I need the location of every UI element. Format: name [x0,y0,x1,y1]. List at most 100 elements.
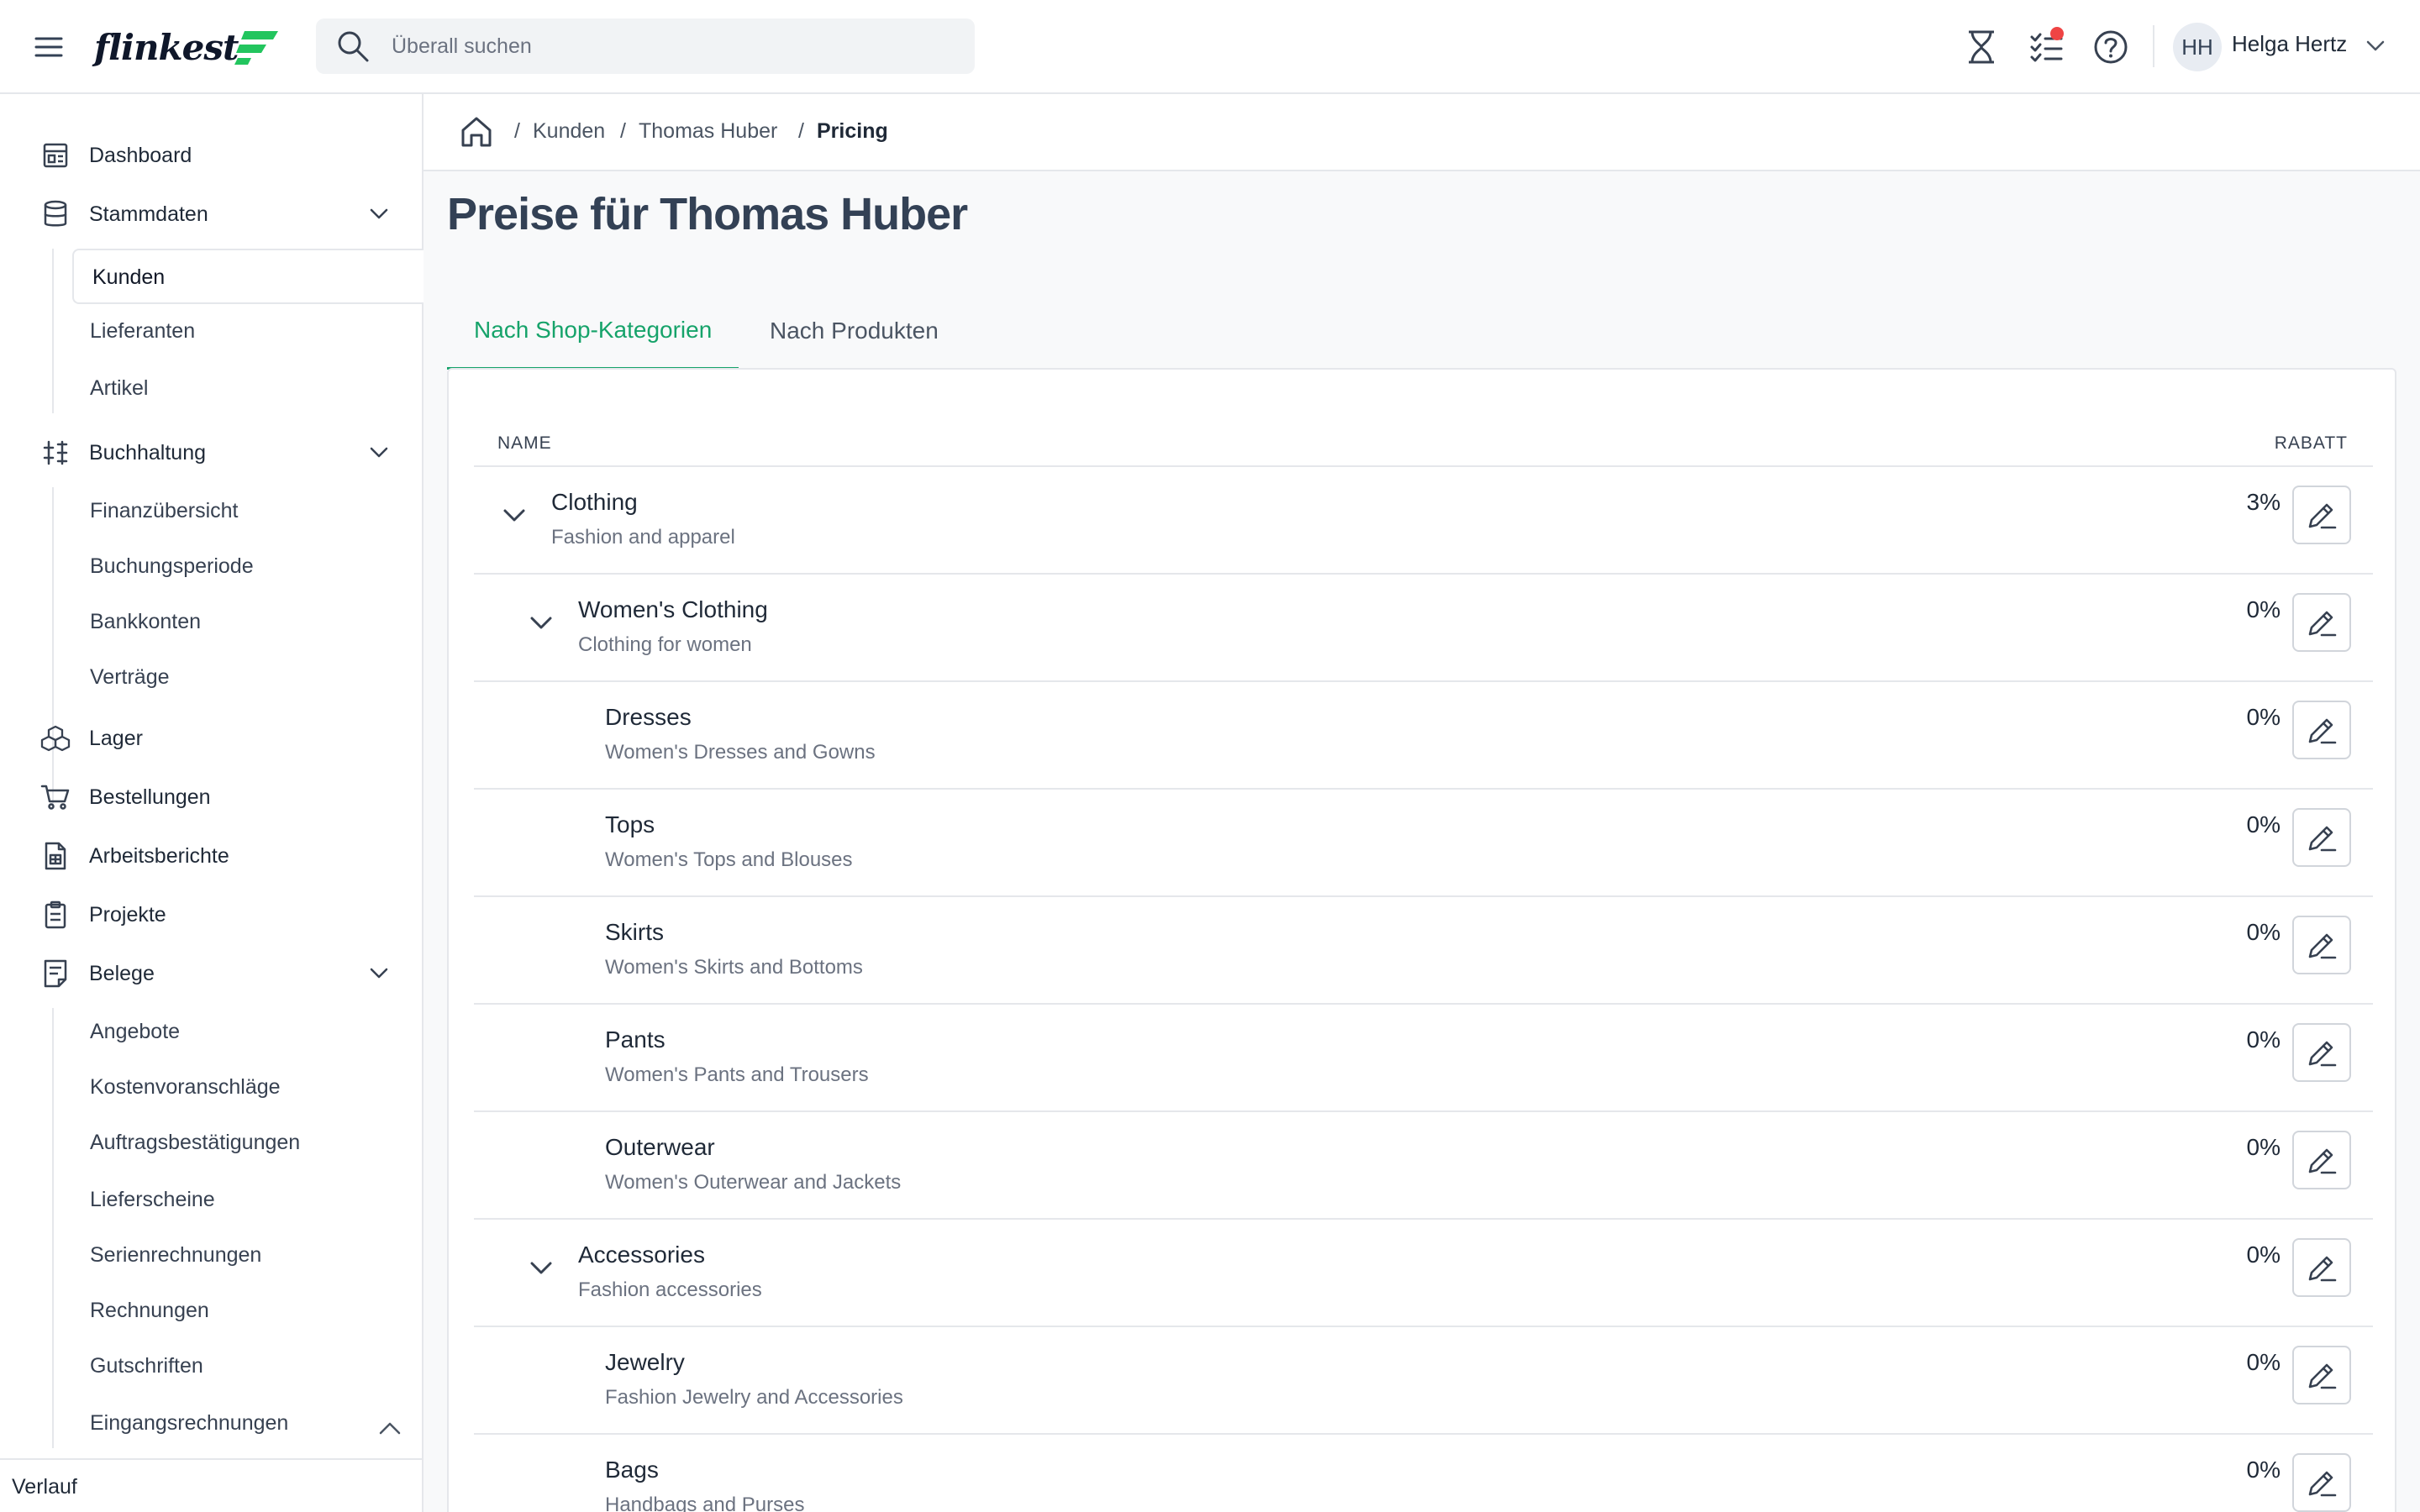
sidebar-item-stammdaten[interactable]: Stammdaten [39,193,392,235]
edit-discount-button[interactable] [2292,1453,2351,1512]
sidebar-subitem-lieferscheine[interactable]: Lieferscheine [90,1188,215,1212]
main-content: / Kunden / Thomas Huber / Pricing Preise… [424,94,2420,1512]
category-description: Fashion Jewelry and Accessories [605,1386,903,1409]
chevron-down-icon[interactable] [366,440,392,465]
column-header-name[interactable]: NAME [497,433,552,454]
avatar[interactable]: HH [2173,23,2222,71]
edit-discount-button[interactable] [2292,1023,2351,1082]
chevron-down-icon[interactable] [2363,34,2388,59]
breadcrumb-current: Pricing [817,119,888,143]
discount-value: 0% [2246,1242,2281,1268]
sidebar-item-lager[interactable]: Lager [39,717,392,759]
discount-value: 0% [2246,596,2281,622]
discount-value: 0% [2246,919,2281,945]
hourglass-icon[interactable] [1960,25,2003,69]
chevron-down-icon[interactable] [526,608,556,638]
category-name: Bags [605,1457,659,1483]
receipt-icon [39,957,72,990]
sidebar-subitem-label: Kunden [92,265,166,289]
sidebar-subitem-rechnungen[interactable]: Rechnungen [90,1299,209,1323]
sidebar-subitem-auftragsbestaetigungen[interactable]: Auftragsbestätigungen [90,1131,300,1155]
edit-discount-button[interactable] [2292,1131,2351,1189]
sidebar-subitem-kostenvoranschlaege[interactable]: Kostenvoranschläge [90,1075,281,1100]
category-description: Women's Outerwear and Jackets [605,1171,902,1194]
sidebar-item-bestellungen[interactable]: Bestellungen [39,776,392,818]
global-search[interactable] [316,18,975,74]
category-name: Women's Clothing [578,596,768,622]
submenu-line [52,1008,54,1448]
category-name: Tops [605,811,655,837]
table-row: Jewelry Fashion Jewelry and Accessories 0% [474,1327,2373,1435]
category-description: Handbags and Purses [605,1494,805,1512]
sidebar-item-label: Arbeitsberichte [89,843,229,868]
sidebar-subitem-finanzuebersicht[interactable]: Finanzübersicht [90,499,238,523]
edit-discount-button[interactable] [2292,1346,2351,1404]
chevron-down-icon[interactable] [526,1253,556,1284]
sidebar-subitem-eingangsrechnungen[interactable]: Eingangsrechnungen [90,1411,288,1436]
edit-discount-button[interactable] [2292,808,2351,867]
breadcrumb-item-customer[interactable]: Thomas Huber [639,119,777,144]
menu-icon[interactable] [32,30,66,64]
table-row: Bags Handbags and Purses 0% [474,1435,2373,1512]
chevron-down-icon[interactable] [499,501,529,531]
pencil-icon [2305,713,2338,747]
pencil-icon [2305,498,2338,532]
chevron-up-icon[interactable] [375,1413,405,1443]
sidebar-subitem-gutschriften[interactable]: Gutschriften [90,1354,203,1378]
breadcrumb-separator: / [620,119,626,143]
category-name: Accessories [578,1242,705,1268]
category-name: Skirts [605,919,664,945]
search-input[interactable] [392,34,929,59]
sidebar-item-belege[interactable]: Belege [39,953,392,995]
edit-discount-button[interactable] [2292,486,2351,544]
chevron-down-icon[interactable] [366,202,392,227]
edit-discount-button[interactable] [2292,1238,2351,1297]
sidebar-item-label: Bestellungen [89,785,211,809]
sidebar-item-buchhaltung[interactable]: Buchhaltung [39,432,392,474]
submenu-line [52,249,54,413]
pencil-icon [2305,1143,2338,1177]
table-row: Women's Clothing Clothing for women 0% [474,575,2373,682]
sidebar-subitem-kunden[interactable]: Kunden [72,249,425,304]
sliders-icon [39,436,72,470]
pencil-icon [2305,1036,2338,1069]
tab-shop-categories[interactable]: Nach Shop-Kategorien [447,292,739,370]
pencil-icon [2305,1358,2338,1392]
discount-value: 0% [2246,1349,2281,1375]
sidebar-subitem-angebote[interactable]: Angebote [90,1020,180,1044]
category-description: Fashion accessories [578,1278,762,1301]
sidebar-item-arbeitsberichte[interactable]: Arbeitsberichte [39,835,392,877]
category-description: Women's Tops and Blouses [605,848,853,871]
sidebar-subitem-artikel[interactable]: Artikel [90,376,148,401]
dashboard-icon [39,139,72,172]
chevron-down-icon[interactable] [366,961,392,986]
sidebar-item-label: Belege [89,961,155,985]
history-bar[interactable]: Verlauf [0,1458,422,1512]
edit-discount-button[interactable] [2292,593,2351,652]
column-header-discount[interactable]: RABATT [2275,433,2348,454]
sidebar-subitem-lieferanten[interactable]: Lieferanten [90,319,195,344]
app-logo[interactable]: flinkest [94,22,281,72]
sidebar-item-dashboard[interactable]: Dashboard [39,134,392,176]
sidebar-subitem-serienrechnungen[interactable]: Serienrechnungen [90,1243,261,1268]
discount-value: 3% [2246,489,2281,515]
table-row: Accessories Fashion accessories 0% [474,1220,2373,1327]
sidebar-item-projekte[interactable]: Projekte [39,894,392,936]
discount-value: 0% [2246,811,2281,837]
pencil-icon [2305,821,2338,854]
help-icon[interactable] [2089,25,2133,69]
user-name[interactable]: Helga Hertz [2232,31,2347,57]
pencil-icon [2305,1466,2338,1499]
sidebar-item-label: Dashboard [89,143,192,167]
edit-discount-button[interactable] [2292,916,2351,974]
category-name: Outerwear [605,1134,715,1160]
home-icon[interactable] [457,113,496,151]
edit-discount-button[interactable] [2292,701,2351,759]
tasks-icon[interactable] [2025,25,2069,69]
sidebar-subitem-buchungsperiode[interactable]: Buchungsperiode [90,554,254,579]
category-name: Jewelry [605,1349,685,1375]
breadcrumb-item-kunden[interactable]: Kunden [533,119,605,144]
sidebar-subitem-vertraege[interactable]: Verträge [90,665,170,690]
sidebar-subitem-bankkonten[interactable]: Bankkonten [90,610,201,634]
tab-products[interactable]: Nach Produkten [743,292,965,370]
